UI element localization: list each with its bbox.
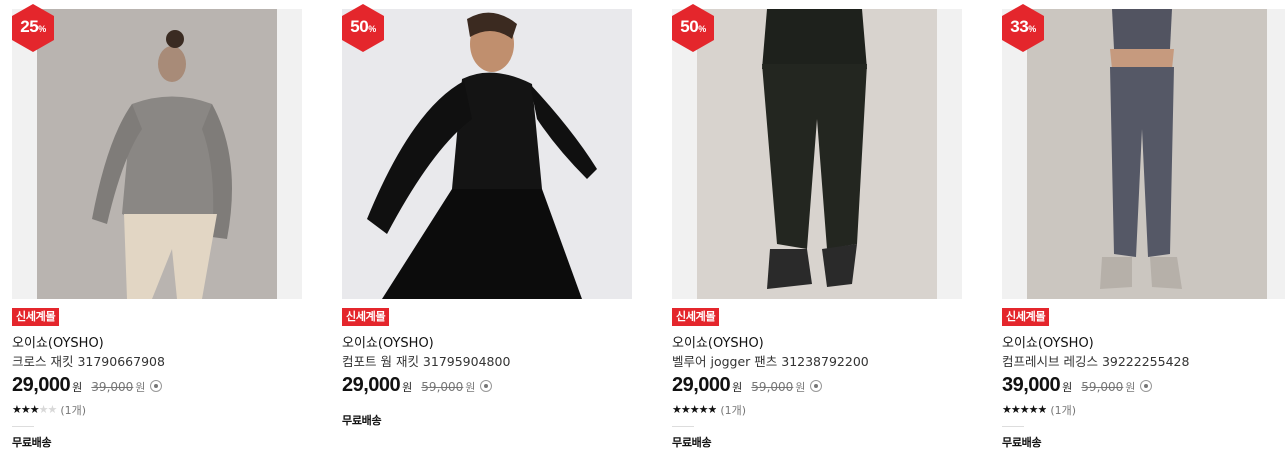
original-price: 59,000 [1081,380,1124,394]
review-count[interactable]: (1개) [60,402,86,418]
rating: ★★★★★★★★★★ (1개) [1002,402,1076,418]
price-info-icon[interactable] [150,380,163,392]
original-price-unit: 원 [1125,381,1136,394]
rating: ★★★★★★★★★★ (1개) [672,402,746,418]
discount-unit: % [368,24,376,34]
sale-price: 39,000 [1002,374,1061,396]
divider [1002,426,1024,427]
star-rating-icon: ★★★★★★★★★★ [1002,403,1047,416]
review-count[interactable]: (1개) [1050,402,1076,418]
store-tag: 신세계몰 [1002,308,1050,326]
original-price: 59,000 [751,380,794,394]
product-name[interactable]: 크로스 재킷 31790667908 [12,351,165,370]
discount-badge: 33% [1002,4,1044,52]
original-price: 59,000 [421,380,464,394]
product-name[interactable]: 컴프레시브 레깅스 39222255428 [1002,351,1189,370]
price-row: 39,000 원 59,000 원 [1002,374,1153,400]
sale-price: 29,000 [342,374,401,396]
discount-value: 50 [680,17,699,36]
brand-name[interactable]: 오이쇼(OYSHO) [342,332,434,351]
product-card[interactable]: 33% 신세계몰 오이쇼(OYSHO) 컴프레시브 레깅스 3922225542… [1002,0,1285,469]
product-photo-compressive-leggings [1002,9,1285,299]
product-photo-velour-jogger [672,9,962,299]
sale-price: 29,000 [12,374,71,396]
divider [12,426,34,427]
shipping-label: 무료배송 [12,436,52,449]
price-row: 29,000 원 59,000 원 [342,374,493,400]
price-info-icon[interactable] [810,380,823,392]
discount-unit: % [1028,24,1036,34]
star-rating-icon: ★★★★★★★★★★ [12,403,57,416]
discount-badge: 50% [672,4,714,52]
discount-badge: 25% [12,4,54,52]
rating: ★★★★★★★★★★ (1개) [12,402,86,418]
shipping-label: 무료배송 [342,414,382,427]
product-image[interactable] [12,9,302,299]
product-photo-cross-jacket [12,9,302,299]
original-price: 39,000 [91,380,134,394]
sale-price-unit: 원 [402,381,413,394]
star-rating-icon: ★★★★★★★★★★ [672,403,717,416]
sale-price-unit: 원 [732,381,743,394]
discount-value: 50 [350,17,369,36]
shipping-label: 무료배송 [1002,436,1042,449]
product-card[interactable]: 50% 신세계몰 오이쇼(OYSHO) 벨루어 jogger 팬츠 312387… [672,0,962,469]
review-count[interactable]: (1개) [720,402,746,418]
store-tag: 신세계몰 [342,308,390,326]
discount-unit: % [38,24,46,34]
product-name[interactable]: 벨루어 jogger 팬츠 31238792200 [672,351,869,370]
discount-unit: % [698,24,706,34]
sale-price: 29,000 [672,374,731,396]
sale-price-unit: 원 [1062,381,1073,394]
product-image[interactable] [672,9,962,299]
product-card[interactable]: 50% 신세계몰 오이쇼(OYSHO) 컴포트 웜 재킷 31795904800… [342,0,632,469]
price-row: 29,000 원 39,000 원 [12,374,163,400]
price-info-icon[interactable] [480,380,493,392]
product-name[interactable]: 컴포트 웜 재킷 31795904800 [342,351,510,370]
discount-badge: 50% [342,4,384,52]
brand-name[interactable]: 오이쇼(OYSHO) [1002,332,1094,351]
original-price-unit: 원 [135,381,146,394]
sale-price-unit: 원 [72,381,83,394]
discount-value: 33 [1010,17,1029,36]
product-photo-comfort-jacket [342,9,632,299]
product-image[interactable] [342,9,632,299]
product-grid: 25% 신세계몰 오이쇼(OYSHO) 크로스 재킷 31790667908 2… [0,0,1285,469]
brand-name[interactable]: 오이쇼(OYSHO) [672,332,764,351]
price-row: 29,000 원 59,000 원 [672,374,823,400]
shipping-label: 무료배송 [672,436,712,449]
divider [672,426,694,427]
price-info-icon[interactable] [1140,380,1153,392]
store-tag: 신세계몰 [672,308,720,326]
original-price-unit: 원 [795,381,806,394]
store-tag: 신세계몰 [12,308,60,326]
product-image[interactable] [1002,9,1285,299]
discount-value: 25 [20,17,39,36]
brand-name[interactable]: 오이쇼(OYSHO) [12,332,104,351]
original-price-unit: 원 [465,381,476,394]
product-card[interactable]: 25% 신세계몰 오이쇼(OYSHO) 크로스 재킷 31790667908 2… [12,0,302,469]
